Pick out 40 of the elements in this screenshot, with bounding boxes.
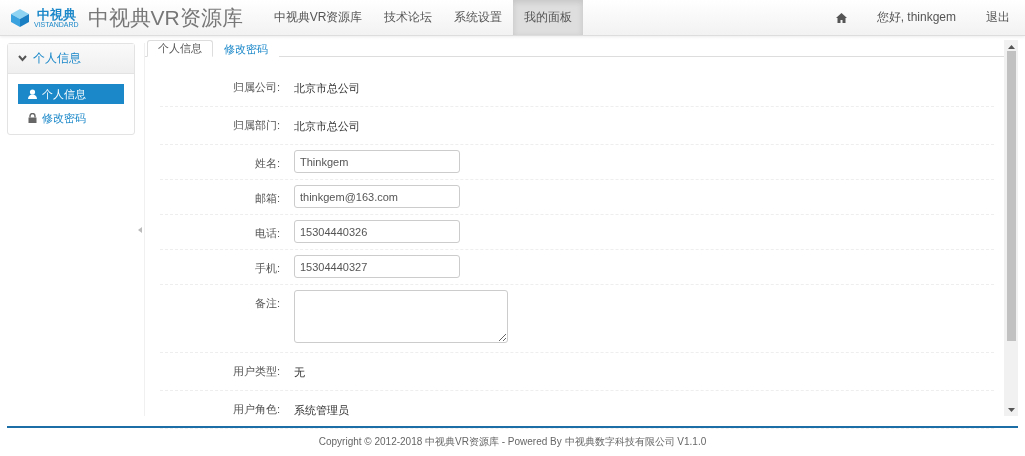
nav-item[interactable]: 我的面板 (513, 0, 584, 35)
field-label: 邮箱: (253, 191, 280, 206)
sidebar-title: 个人信息 (33, 50, 81, 67)
field-value: 北京市总公司 (294, 119, 360, 134)
logout-link[interactable]: 退出 (971, 9, 1025, 26)
lock-icon (28, 113, 37, 123)
input-field[interactable]: 15304440327 (294, 255, 460, 278)
copyright-text: Copyright © 2012-2018 中视典VR资源库 - Powered By 中视典数字科技有限公司 V1.1.0 (318, 435, 707, 449)
field-value: 系统管理员 (294, 403, 349, 418)
field-label: 归属公司: (231, 80, 280, 95)
field-value: 无 (294, 365, 305, 380)
field-label: 用户角色: (231, 402, 280, 417)
field-label: 电话: (253, 226, 280, 241)
user-icon (28, 89, 37, 99)
field-value: 北京市总公司 (294, 81, 360, 96)
scroll-up-icon[interactable] (1007, 45, 1015, 49)
home-icon (835, 12, 847, 23)
site-title: 中视典VR资源库 (87, 4, 243, 31)
greeting-link[interactable]: 您好, thinkgem (861, 9, 971, 26)
nav-item[interactable]: 中视典VR资源库 (262, 0, 374, 35)
sidebar-item[interactable]: 个人信息 (18, 84, 124, 104)
field-label: 姓名: (253, 156, 280, 171)
field-label: 归属部门: (231, 118, 280, 133)
scrollbar[interactable] (1004, 40, 1018, 416)
textarea-field[interactable] (294, 290, 508, 343)
scroll-down-icon[interactable] (1007, 408, 1015, 412)
chevron-down-icon[interactable] (18, 55, 27, 62)
input-field[interactable]: thinkgem@163.com (294, 185, 460, 208)
logo-text: 中視典 (36, 7, 76, 21)
input-field[interactable]: 15304440326 (294, 220, 460, 243)
field-label: 用户类型: (231, 364, 280, 379)
nav-item[interactable]: 系统设置 (443, 0, 514, 35)
tab[interactable]: 个人信息 (147, 40, 213, 57)
field-label: 备注: (253, 296, 280, 311)
nav-item[interactable]: 技术论坛 (373, 0, 444, 35)
cube-logo-icon (10, 7, 30, 28)
input-field[interactable]: Thinkgem (294, 150, 460, 173)
tab[interactable]: 修改密码 (213, 40, 279, 57)
sidebar-item[interactable]: 修改密码 (18, 108, 124, 128)
field-label: 手机: (253, 261, 280, 276)
